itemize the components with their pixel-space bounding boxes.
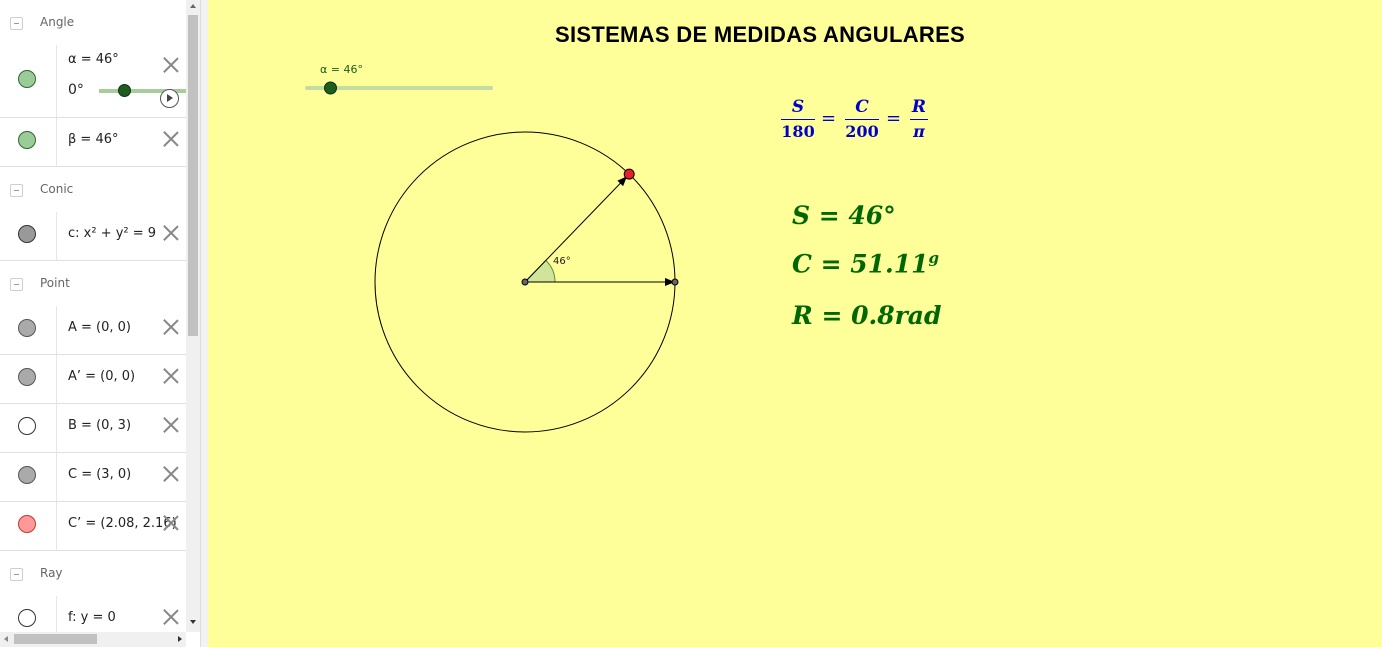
collapse-icon[interactable] [10,184,23,197]
visibility-marble-A-prime[interactable] [18,368,36,386]
visibility-marble-alpha[interactable] [18,70,36,88]
vertical-scrollbar[interactable] [186,0,200,632]
algebra-item-C[interactable]: C = (3, 0) [0,453,186,502]
definition-c[interactable]: c: x² + y² = 9 [68,226,156,241]
slider-min-label: 0° [68,82,84,98]
point-C-prime[interactable] [623,168,635,180]
play-icon[interactable] [160,89,179,108]
delete-icon[interactable] [162,514,180,532]
delete-icon[interactable] [162,416,180,434]
slider-label: α = 46° [320,63,363,76]
alpha-slider-handle[interactable] [118,84,131,97]
visibility-marble-C[interactable] [18,466,36,484]
horizontal-scrollbar[interactable] [0,632,186,647]
visibility-marble-c[interactable] [18,225,36,243]
denominator-200: 200 [845,122,879,141]
fraction-bar [910,119,928,120]
vector-to-C-prime[interactable] [524,176,628,283]
definition-beta[interactable]: β = 46° [68,132,119,147]
group-label-ray: Ray [40,566,63,580]
algebra-item-c[interactable]: c: x² + y² = 9 [0,212,186,261]
delete-icon[interactable] [162,367,180,385]
definition-A[interactable]: A = (0, 0) [68,320,131,335]
result-C-value: C = 51.11 [792,249,929,279]
algebra-view: Angle α = 46° 0° β = 46° Conic c: x² + y… [0,0,186,632]
numerator-S: S [791,97,805,117]
collapse-icon[interactable] [10,17,23,30]
definition-B[interactable]: B = (0, 3) [68,418,131,433]
visibility-marble-A[interactable] [18,319,36,337]
fraction-bar [781,119,815,120]
result-S: S = 46° [792,201,896,230]
group-header-conic[interactable]: Conic [0,167,186,213]
visibility-marble-beta[interactable] [18,131,36,149]
numerator-R: R [911,97,927,117]
delete-icon[interactable] [162,465,180,483]
algebra-item-beta[interactable]: β = 46° [0,118,186,167]
collapse-icon[interactable] [10,568,23,581]
angle-label: 46° [553,256,571,267]
algebra-item-A[interactable]: A = (0, 0) [0,306,186,355]
scroll-right-icon[interactable] [178,636,182,642]
fraction-C: C 200 [844,97,880,142]
graphics-view[interactable]: SISTEMAS DE MEDIDAS ANGULARES α = 46° 46… [208,0,1382,647]
result-R: R = 0.8rad [792,301,942,330]
group-label-point: Point [40,276,70,290]
collapse-icon[interactable] [10,278,23,291]
group-header-point[interactable]: Point [0,261,186,307]
denominator-180: 180 [781,122,815,141]
algebra-item-alpha[interactable]: α = 46° 0° [0,45,186,118]
visibility-marble-B[interactable] [18,417,36,435]
delete-icon[interactable] [162,224,180,242]
point-A[interactable] [521,278,529,286]
definition-alpha[interactable]: α = 46° [68,52,119,67]
point-C[interactable] [671,278,679,286]
group-label-conic: Conic [40,182,74,196]
conversion-formula: S 180 = C 200 = R π [780,97,940,147]
algebra-item-f[interactable]: f: y = 0 [0,596,186,632]
fraction-S: S 180 [780,97,816,142]
scroll-down-icon[interactable] [190,620,196,624]
visibility-marble-C-prime[interactable] [18,515,36,533]
definition-A-prime[interactable]: A’ = (0, 0) [68,369,135,384]
result-C-unit: g [928,249,940,267]
definition-f[interactable]: f: y = 0 [68,610,116,625]
angle-sector-beta[interactable] [523,259,556,283]
visibility-marble-f[interactable] [18,609,36,627]
group-header-ray[interactable]: Ray [0,551,186,597]
delete-icon[interactable] [162,56,180,74]
vertical-scroll-thumb[interactable] [188,15,198,336]
canvas-slider-handle[interactable] [324,81,337,95]
algebra-item-B[interactable]: B = (0, 3) [0,404,186,453]
delete-icon[interactable] [162,608,180,626]
definition-C[interactable]: C = (3, 0) [68,467,131,482]
result-C: C = 51.11g [792,249,939,278]
algebra-item-C-prime[interactable]: C’ = (2.08, 2.16) [0,502,186,551]
denominator-pi: π [913,122,925,141]
delete-icon[interactable] [162,130,180,148]
fraction-bar [845,119,879,120]
fraction-R: R π [910,97,928,142]
scroll-up-icon[interactable] [190,4,196,8]
horizontal-scroll-thumb[interactable] [14,634,97,644]
group-label-angle: Angle [40,15,75,29]
equals-sign-1: = [821,108,837,129]
numerator-C: C [855,97,869,117]
delete-icon[interactable] [162,318,180,336]
equals-sign-2: = [886,108,902,129]
view-divider[interactable] [200,0,208,647]
definition-C-prime[interactable]: C’ = (2.08, 2.16) [68,516,177,531]
group-header-angle[interactable]: Angle [0,0,186,46]
algebra-item-A-prime[interactable]: A’ = (0, 0) [0,355,186,404]
scroll-left-icon[interactable] [4,636,8,642]
